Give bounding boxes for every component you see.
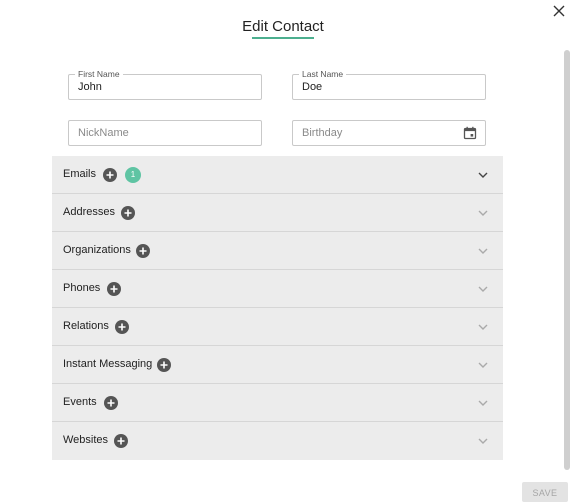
birthday-placeholder: Birthday (302, 127, 343, 139)
title-underline (252, 37, 314, 39)
nickname-field[interactable]: NickName (68, 120, 262, 146)
first-name-label: First Name (75, 69, 123, 79)
nickname-placeholder: NickName (78, 127, 129, 139)
section-phones[interactable]: Phones (52, 270, 503, 308)
chevron-down-icon[interactable] (478, 399, 488, 407)
section-label: Emails (63, 168, 97, 180)
chevron-down-icon[interactable] (478, 437, 488, 445)
last-name-label: Last Name (299, 69, 347, 79)
email-count-badge: 1 (125, 167, 141, 183)
section-label: Websites (63, 434, 109, 446)
section-relations[interactable]: Relations (52, 308, 503, 346)
section-label: Phones (63, 282, 101, 294)
last-name-field[interactable]: Last Name Doe (292, 69, 486, 100)
calendar-icon[interactable] (463, 126, 477, 145)
section-label: Organizations (63, 244, 131, 256)
section-label: Instant Messaging (63, 358, 153, 370)
section-addresses[interactable]: Addresses (52, 194, 503, 232)
chevron-down-icon[interactable] (478, 247, 488, 255)
chevron-down-icon[interactable] (478, 285, 488, 293)
section-websites[interactable]: Websites (52, 422, 503, 460)
add-website-icon[interactable] (114, 434, 128, 448)
add-event-icon[interactable] (104, 396, 118, 410)
add-phone-icon[interactable] (107, 282, 121, 296)
contact-sections: Emails 1 Addresses Organizations Phones (52, 156, 503, 460)
section-organizations[interactable]: Organizations (52, 232, 503, 270)
section-emails[interactable]: Emails 1 (52, 156, 503, 194)
add-relation-icon[interactable] (115, 320, 129, 334)
add-organization-icon[interactable] (136, 244, 150, 258)
chevron-down-icon[interactable] (478, 323, 488, 331)
last-name-value: Doe (302, 81, 323, 93)
add-instant-messaging-icon[interactable] (157, 358, 171, 372)
first-name-value: John (78, 81, 102, 93)
section-events[interactable]: Events (52, 384, 503, 422)
chevron-down-icon[interactable] (478, 209, 488, 217)
dialog-title: Edit Contact (242, 18, 324, 35)
add-address-icon[interactable] (121, 206, 135, 220)
section-instant-messaging[interactable]: Instant Messaging (52, 346, 503, 384)
first-name-field[interactable]: First Name John (68, 69, 262, 100)
chevron-down-icon[interactable] (478, 361, 488, 369)
save-button[interactable]: SAVE (522, 482, 568, 502)
section-label: Relations (63, 320, 109, 332)
scrollbar-thumb[interactable] (564, 50, 570, 470)
chevron-down-icon[interactable] (478, 171, 488, 179)
section-label: Addresses (63, 206, 115, 218)
add-email-icon[interactable] (103, 168, 117, 182)
section-label: Events (63, 396, 97, 408)
birthday-field[interactable]: Birthday (292, 120, 486, 146)
